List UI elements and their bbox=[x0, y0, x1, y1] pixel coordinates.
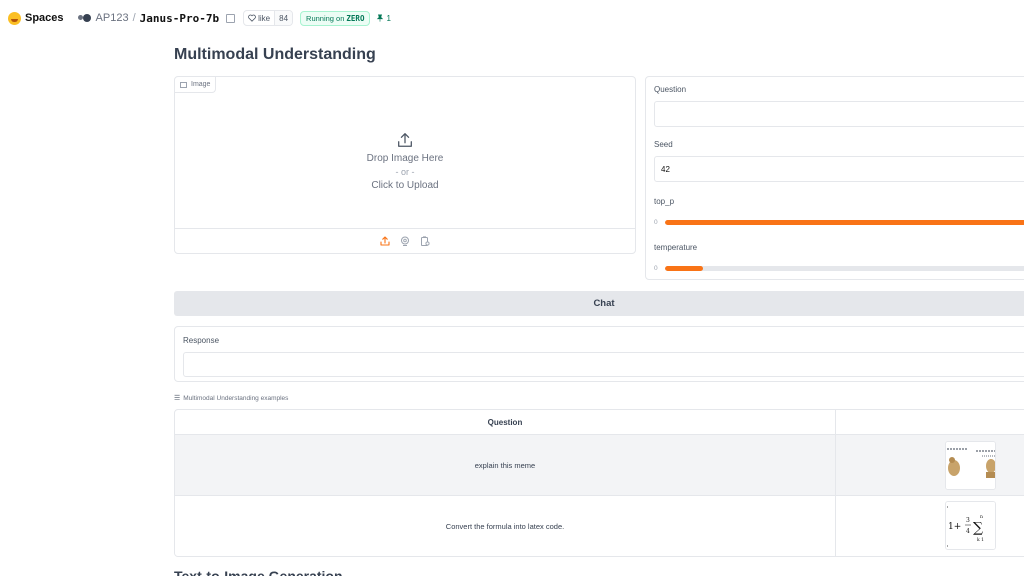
svg-text:k 1: k 1 bbox=[977, 537, 984, 543]
image-label-tag: Image bbox=[175, 77, 217, 93]
svg-text:3: 3 bbox=[966, 517, 970, 524]
spaces-link[interactable]: Spaces bbox=[8, 11, 64, 25]
example-question: Convert the formula into latex code. bbox=[175, 496, 836, 556]
list-icon: ☰ bbox=[174, 395, 181, 402]
image-source-toolbar bbox=[175, 228, 635, 253]
svg-text:n: n bbox=[980, 515, 983, 520]
temperature-min-label: 0 bbox=[654, 265, 658, 272]
clipboard-icon[interactable] bbox=[420, 236, 430, 246]
repo-name-link[interactable]: Janus-Pro-7b bbox=[140, 12, 219, 25]
pin-icon bbox=[377, 14, 384, 22]
running-status-badge[interactable]: Running on ZERO bbox=[300, 10, 371, 26]
svg-text:∑: ∑ bbox=[973, 520, 983, 536]
controls-panel: Question Seed 42 top_p 0 temperature 0 bbox=[645, 76, 1024, 280]
text-to-image-heading: Text-to-Image Generation bbox=[174, 568, 343, 576]
like-button[interactable]: like 84 bbox=[243, 10, 294, 26]
drop-image-text: Drop Image Here bbox=[366, 153, 444, 164]
running-hardware: ZERO bbox=[346, 13, 365, 23]
like-count: 84 bbox=[274, 11, 293, 25]
top-bar: Spaces AP123 / Janus-Pro-7b like 84 Runn… bbox=[0, 0, 1024, 36]
running-prefix: Running on bbox=[306, 13, 345, 23]
upload-source-icon[interactable] bbox=[380, 236, 390, 246]
image-icon bbox=[180, 81, 187, 88]
image-dropzone[interactable]: Drop Image Here - or - Click to Upload bbox=[175, 93, 635, 229]
formula-thumbnail: 1+ 3 4 ∑ n k 1 bbox=[945, 501, 996, 550]
hugging-face-logo-icon bbox=[8, 11, 21, 25]
examples-label: ☰ Multimodal Understanding examples bbox=[174, 394, 289, 403]
owner-link[interactable]: AP123 bbox=[96, 12, 129, 24]
seed-input[interactable]: 42 bbox=[654, 156, 1024, 182]
temperature-slider[interactable] bbox=[665, 266, 1024, 271]
example-question: explain this meme bbox=[175, 435, 836, 495]
owner-avatar-icon bbox=[77, 13, 92, 23]
top-p-slider[interactable] bbox=[665, 220, 1024, 225]
like-label-wrap: like bbox=[244, 14, 274, 23]
top-p-min-label: 0 bbox=[654, 219, 658, 226]
seed-label: Seed bbox=[654, 140, 673, 149]
svg-text:4: 4 bbox=[966, 528, 970, 535]
pin-count[interactable]: 1 bbox=[376, 13, 391, 23]
image-tag-label: Image bbox=[191, 81, 211, 88]
column-header-question: Question bbox=[175, 410, 836, 435]
like-text: like bbox=[258, 13, 271, 23]
copy-icon[interactable] bbox=[226, 13, 236, 23]
example-row[interactable]: Convert the formula into latex code. 1+ … bbox=[175, 496, 1024, 556]
examples-header-row: Question bbox=[175, 410, 1024, 435]
temperature-slider-fill bbox=[665, 266, 703, 271]
spaces-label: Spaces bbox=[25, 12, 64, 24]
pin-count-value: 1 bbox=[386, 13, 391, 23]
examples-table: Question explain this meme Convert the f… bbox=[174, 409, 1024, 557]
top-p-slider-fill bbox=[665, 220, 1024, 225]
svg-text:1+: 1+ bbox=[948, 522, 961, 532]
example-row[interactable]: explain this meme bbox=[175, 435, 1024, 496]
click-to-upload-text: Click to Upload bbox=[371, 180, 439, 191]
top-p-label: top_p bbox=[654, 197, 675, 206]
breadcrumb: AP123 / Janus-Pro-7b bbox=[77, 12, 236, 25]
or-text: - or - bbox=[395, 167, 415, 177]
response-label: Response bbox=[183, 336, 220, 345]
breadcrumb-separator: / bbox=[132, 12, 136, 24]
image-input: Image Drop Image Here - or - Click to Up… bbox=[174, 76, 636, 254]
examples-label-text: Multimodal Understanding examples bbox=[183, 394, 289, 402]
webcam-icon[interactable] bbox=[400, 236, 410, 246]
page-title: Multimodal Understanding bbox=[174, 46, 376, 63]
meme-thumbnail bbox=[945, 441, 996, 490]
chat-button[interactable]: Chat bbox=[174, 291, 1024, 316]
upload-icon bbox=[398, 133, 412, 147]
response-textbox[interactable] bbox=[183, 352, 1024, 377]
question-label: Question bbox=[654, 85, 687, 94]
question-input[interactable] bbox=[654, 101, 1024, 127]
temperature-label: temperature bbox=[654, 243, 698, 252]
heart-icon bbox=[248, 14, 256, 22]
response-panel: Response bbox=[174, 326, 1024, 382]
